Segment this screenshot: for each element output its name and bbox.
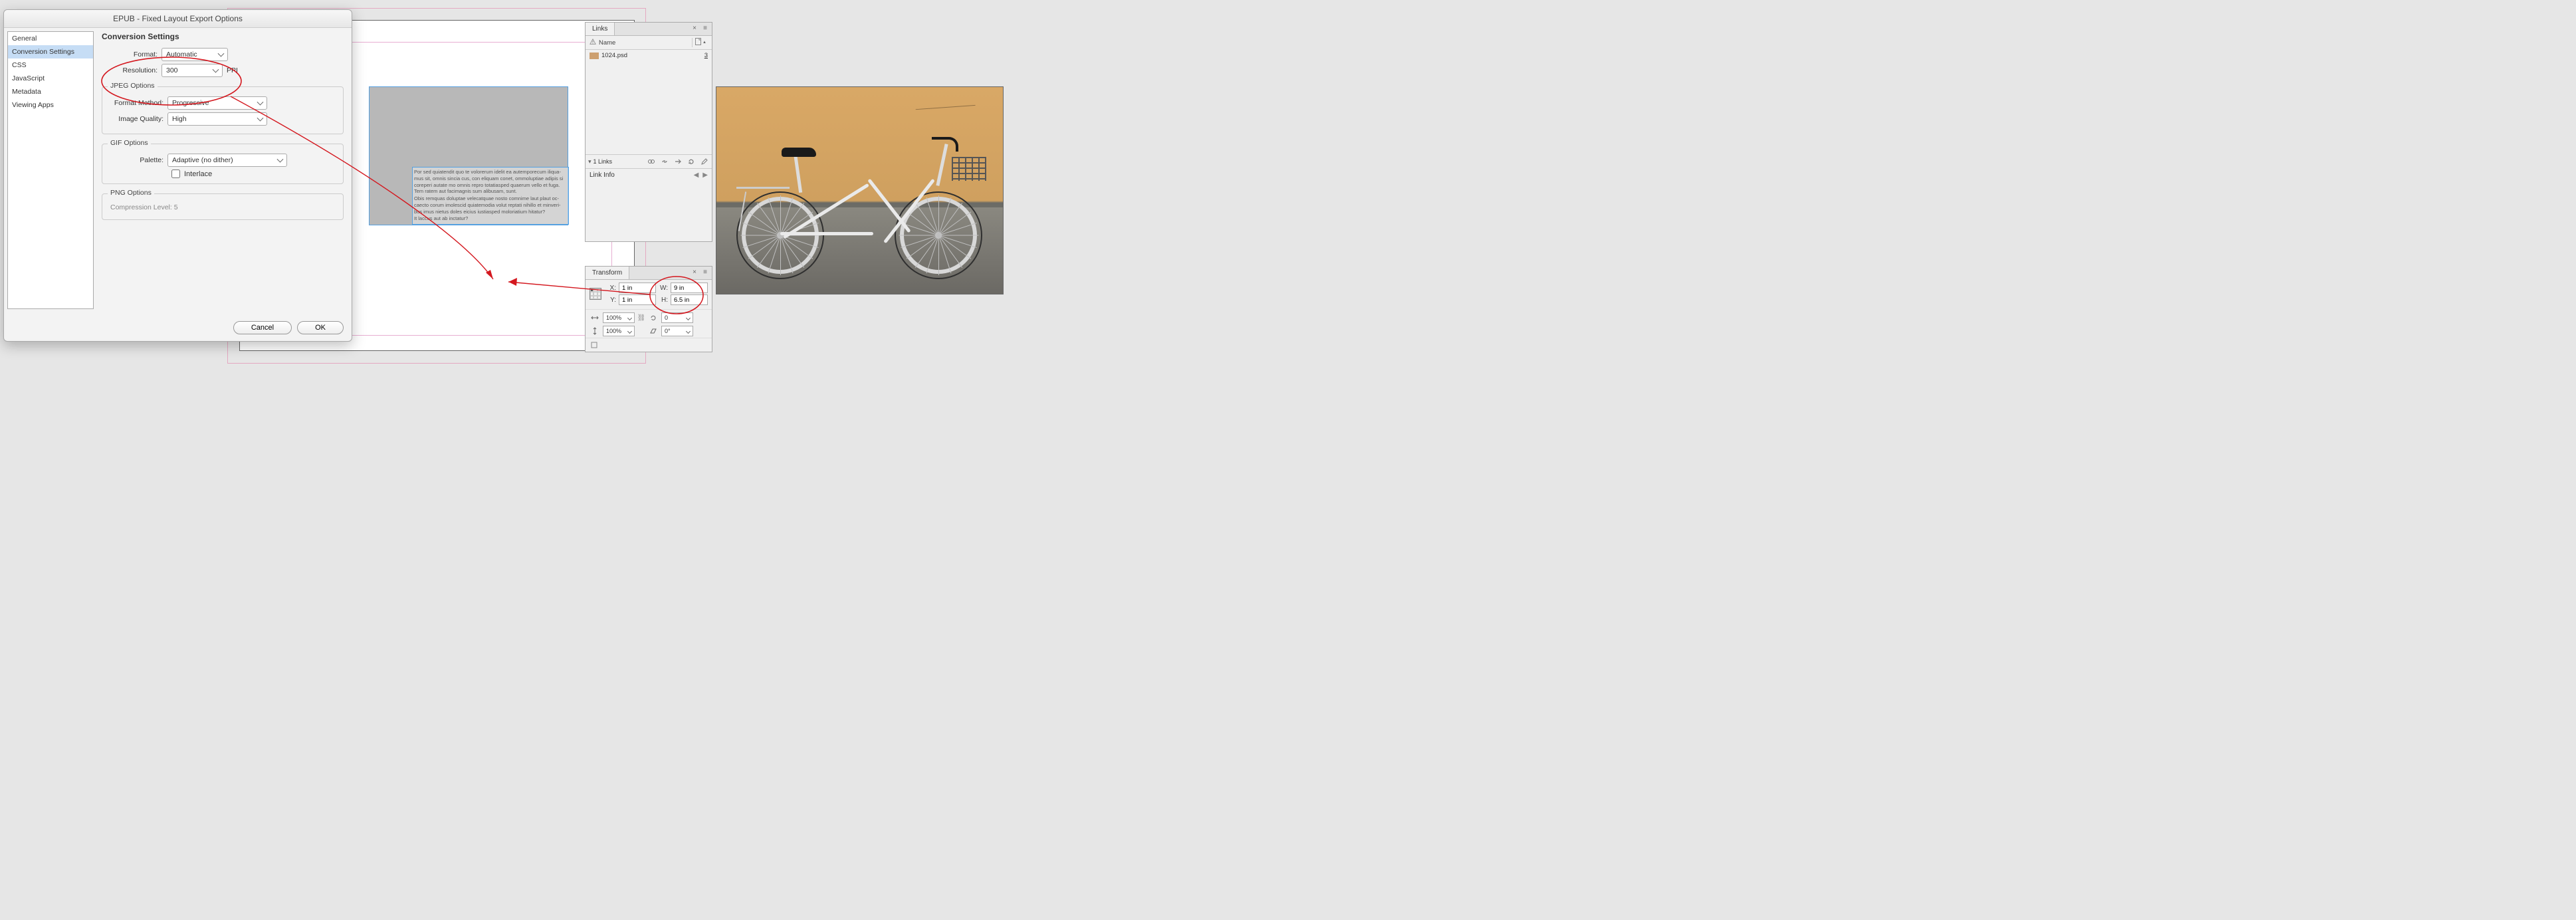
jpeg-legend: JPEG Options <box>108 82 158 90</box>
links-col-name: Name <box>599 39 615 47</box>
edit-original-icon[interactable] <box>700 157 709 166</box>
link-thumbnail-icon <box>590 53 599 59</box>
saddle <box>782 148 816 157</box>
rotate-input[interactable]: 0 <box>661 312 693 323</box>
links-footer: ▸ 1 Links <box>586 154 712 168</box>
prev-link-icon[interactable]: ◀ <box>694 172 699 179</box>
transform-panel[interactable]: × ≡ Transform X: W: Y: H: 100% ⛓ <box>585 266 712 352</box>
constrain-scale-icon[interactable]: ⛓ <box>637 314 645 322</box>
sidebar-item-general[interactable]: General <box>8 32 93 45</box>
linked-image-bicycle[interactable] <box>716 86 1004 294</box>
jpeg-options-group: JPEG Options Format Method: Progressive … <box>102 86 344 134</box>
format-dropdown[interactable]: Automatic <box>161 48 228 61</box>
scale-y-input[interactable]: 100% <box>603 326 635 336</box>
interlace-label: Interlace <box>184 170 212 178</box>
dialog-title: EPUB - Fixed Layout Export Options <box>4 10 352 28</box>
format-label: Format: <box>102 51 161 58</box>
link-info-label: Link Info <box>590 172 615 179</box>
front-wheel <box>895 191 982 279</box>
links-header-row: Name ▲ <box>586 36 712 50</box>
panel-collapse-icon[interactable]: × <box>691 24 698 32</box>
sort-icon[interactable]: ▲ <box>702 41 706 45</box>
rotate-icon <box>648 312 659 323</box>
bicycle-illustration <box>736 120 982 279</box>
y-input[interactable] <box>619 294 656 305</box>
gif-options-group: GIF Options Palette: Adaptive (no dither… <box>102 144 344 184</box>
dialog-category-list[interactable]: General Conversion Settings CSS JavaScri… <box>7 31 94 309</box>
reference-point-selector[interactable] <box>590 288 601 300</box>
links-tab[interactable]: Links <box>586 23 615 35</box>
sidebar-item-css[interactable]: CSS <box>8 58 93 72</box>
panel-menu-icon[interactable]: ≡ <box>701 268 709 276</box>
interlace-checkbox[interactable] <box>171 170 180 178</box>
conversion-settings-heading: Conversion Settings <box>102 32 344 41</box>
w-label: W: <box>659 285 668 292</box>
relink-cc-icon[interactable] <box>647 157 656 166</box>
links-panel[interactable]: × ≡ Links Name ▲ 1024.psd 3 ▸ 1 Links <box>585 22 712 242</box>
shear-icon <box>648 326 659 336</box>
resolution-unit: PPI <box>227 66 238 74</box>
link-row[interactable]: 1024.psd 3 <box>586 50 712 61</box>
resolution-label: Resolution: <box>102 66 161 74</box>
x-input[interactable] <box>619 283 656 293</box>
palette-label: Palette: <box>108 156 167 164</box>
panel-menu-icon[interactable]: ≡ <box>701 24 709 32</box>
epub-export-dialog[interactable]: EPUB - Fixed Layout Export Options Gener… <box>3 9 352 342</box>
handlebar <box>932 137 958 152</box>
h-input[interactable] <box>671 294 708 305</box>
sidebar-item-viewing-apps[interactable]: Viewing Apps <box>8 98 93 112</box>
shear-input[interactable]: 0° <box>661 326 693 336</box>
links-count: 1 Links <box>593 158 613 165</box>
warning-icon <box>590 39 596 47</box>
scale-y-icon <box>590 326 600 336</box>
page-column-icon <box>695 38 701 47</box>
link-filename: 1024.psd <box>601 52 695 59</box>
scale-x-icon <box>590 312 600 323</box>
sidebar-item-conversion-settings[interactable]: Conversion Settings <box>8 45 93 58</box>
rear-rack <box>736 187 790 189</box>
format-method-dropdown[interactable]: Progressive <box>167 96 267 110</box>
placeholder-paragraph: Obis remquas doluptae velecatquae nosto … <box>414 195 567 215</box>
disclosure-icon[interactable]: ▸ <box>586 160 593 164</box>
resolution-dropdown[interactable]: 300 <box>161 64 223 77</box>
palette-dropdown[interactable]: Adaptive (no dither) <box>167 154 287 167</box>
compression-value: 5 <box>174 203 178 211</box>
link-page-number[interactable]: 3 <box>695 52 708 59</box>
image-quality-dropdown[interactable]: High <box>167 112 267 126</box>
h-label: H: <box>659 296 668 304</box>
gif-legend: GIF Options <box>108 139 151 147</box>
rear-wheel <box>736 191 824 279</box>
scale-x-input[interactable]: 100% <box>603 312 635 323</box>
sidebar-item-metadata[interactable]: Metadata <box>8 85 93 98</box>
w-input[interactable] <box>671 283 708 293</box>
png-legend: PNG Options <box>108 189 154 197</box>
goto-link-icon[interactable] <box>673 157 683 166</box>
placeholder-text-frame[interactable]: Por sed quiatendit quo te volorerum idel… <box>413 168 568 224</box>
compression-label: Compression Level: <box>110 203 172 211</box>
ok-button[interactable]: OK <box>297 321 344 334</box>
next-link-icon[interactable]: ▶ <box>702 172 708 179</box>
cancel-button[interactable]: Cancel <box>233 321 292 334</box>
y-label: Y: <box>607 296 616 304</box>
transform-tab[interactable]: Transform <box>586 267 629 279</box>
placeholder-paragraph: Por sed quiatendit quo te volorerum idel… <box>414 169 567 195</box>
sidebar-item-javascript[interactable]: JavaScript <box>8 72 93 85</box>
format-method-label: Format Method: <box>108 99 167 107</box>
x-label: X: <box>607 285 616 292</box>
clear-transform-icon[interactable] <box>590 340 599 350</box>
relink-icon[interactable] <box>660 157 669 166</box>
update-link-icon[interactable] <box>687 157 696 166</box>
png-options-group: PNG Options Compression Level: 5 <box>102 193 344 220</box>
placeholder-paragraph: It laccus aut ab inctatur? <box>414 215 567 222</box>
panel-collapse-icon[interactable]: × <box>691 268 698 276</box>
link-info-section[interactable]: Link Info ◀ ▶ <box>586 168 712 181</box>
front-basket <box>952 157 986 181</box>
image-quality-label: Image Quality: <box>108 115 167 123</box>
